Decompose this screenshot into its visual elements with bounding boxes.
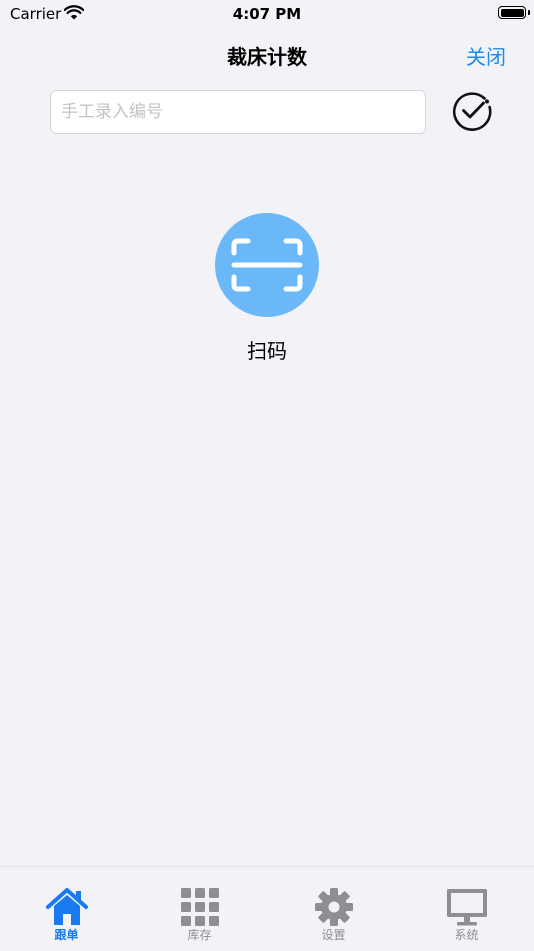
close-button[interactable]: 关闭 [466,41,506,70]
monitor-icon [447,889,487,926]
tab-settings[interactable]: 设置 [267,867,400,951]
tab-system[interactable]: 系统 [400,867,533,951]
code-input[interactable] [50,90,426,134]
tab-bar: 跟单 库存 设置 系统 [0,866,534,950]
tab-label: 设置 [321,928,346,942]
home-icon [46,888,88,925]
grid-icon [181,888,219,926]
page-title: 裁床计数 [227,45,307,69]
battery-cap [528,10,530,15]
tab-label: 库存 [187,928,212,942]
tab-label: 跟单 [54,928,79,942]
scan-button[interactable] [215,213,319,317]
status-time: 4:07 PM [232,5,302,23]
check-circle-icon [452,92,492,131]
tab-inventory[interactable]: 库存 [133,867,266,951]
tab-tracking[interactable]: 跟单 [0,867,133,951]
scan-label: 扫码 [247,339,287,363]
confirm-button[interactable] [451,89,493,131]
tab-label: 系统 [454,928,479,942]
scan-frame-icon [231,238,303,292]
battery-icon [498,6,526,19]
gear-icon [315,888,353,926]
status-bar: Carrier 4:07 PM [0,0,534,28]
